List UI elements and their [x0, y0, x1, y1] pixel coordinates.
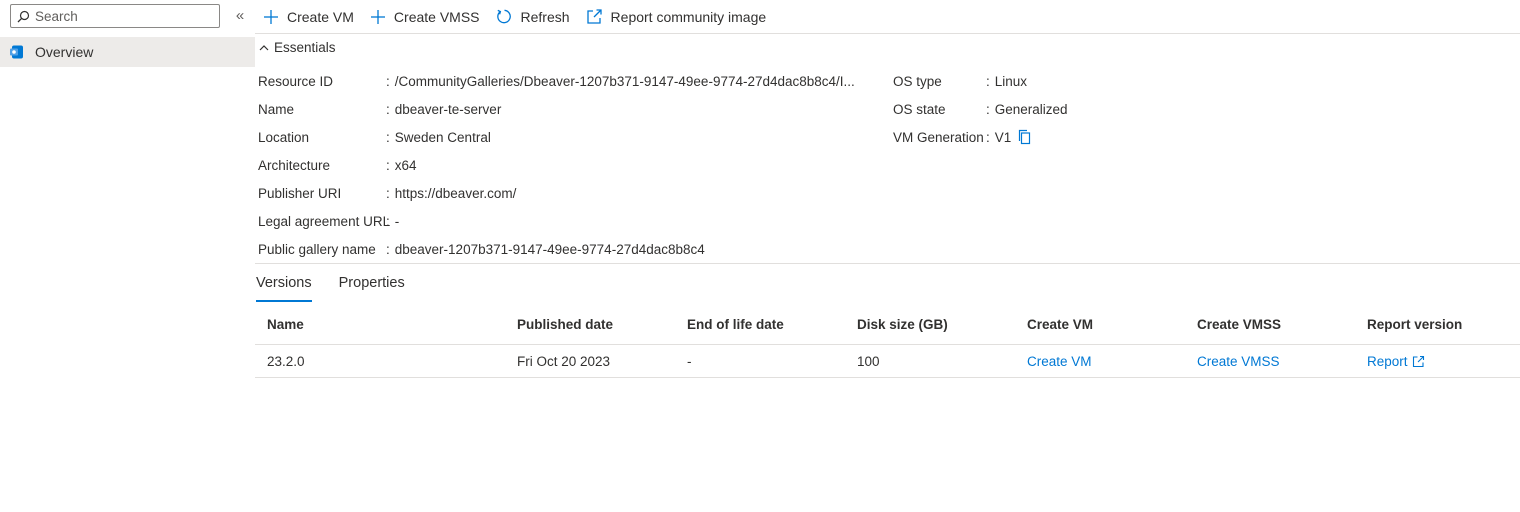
property-architecture: Architecture: x64 [258, 151, 855, 179]
report-community-image-button[interactable]: Report community image [586, 8, 767, 25]
cell-create-vm: Create VM [1015, 354, 1185, 369]
property-value: x64 [394, 157, 417, 173]
tab-list: Versions Properties [256, 268, 432, 302]
refresh-icon [496, 9, 511, 24]
copy-to-clipboard-button[interactable] [1017, 129, 1032, 145]
sidebar: « Overview [0, 0, 255, 512]
property-key: Legal agreement URL [258, 213, 391, 229]
property-key: VM Generation [893, 129, 984, 145]
sidebar-item-label: Overview [35, 44, 94, 60]
property-key: Location [258, 129, 310, 145]
property-value: Generalized [994, 101, 1068, 117]
cell-published-date: Fri Oct 20 2023 [517, 353, 611, 369]
create-vm-link[interactable]: Create VM [1027, 354, 1092, 369]
property-value: Linux [994, 73, 1028, 89]
property-resource-id: Resource ID:/CommunityGalleries/Dbeaver-… [258, 67, 855, 95]
property-legal-agreement-url: Legal agreement URL: - [258, 207, 855, 235]
plus-icon [264, 9, 278, 24]
cell-create-vmss: Create VMSS [1185, 354, 1355, 369]
property-value: V1 [994, 129, 1012, 145]
cell-version-name: 23.2.0 [267, 353, 305, 369]
property-separator: : [986, 101, 990, 117]
chevron-up-icon [259, 44, 269, 50]
property-name: Name: dbeaver-te-server [258, 95, 855, 123]
property-key: Publisher URI [258, 185, 342, 201]
property-separator: : [386, 157, 390, 173]
create-vm-label: Create VM [287, 8, 354, 25]
property-key: OS type [893, 73, 942, 89]
column-header-published-date: Published date [517, 316, 614, 332]
section-divider [255, 263, 1520, 264]
property-separator: : [386, 101, 390, 117]
create-vmss-label: Create VMSS [393, 8, 480, 25]
property-location: Location: Sweden Central [258, 123, 855, 151]
property-value: Sweden Central [394, 129, 491, 145]
column-header-end-of-life-date: End of life date [687, 316, 784, 332]
command-bar: Create VM Create VMSS Refresh Report com… [255, 0, 1520, 34]
column-header-create-vm: Create VM [1027, 316, 1094, 332]
external-link-icon [1412, 355, 1424, 367]
essentials-title: Essentials [274, 40, 336, 55]
sidebar-item-overview[interactable]: Overview [0, 37, 255, 67]
external-link-icon [586, 9, 602, 24]
report-link-label: Report [1367, 353, 1408, 369]
property-value: https://dbeaver.com/ [394, 185, 517, 201]
create-vmss-link[interactable]: Create VMSS [1197, 354, 1280, 369]
overview-icon [10, 45, 23, 59]
property-separator: : [386, 213, 390, 229]
plus-icon [370, 9, 385, 24]
property-publisher-uri: Publisher URI: https://dbeaver.com/ [258, 179, 855, 207]
property-separator: : [386, 185, 390, 201]
property-os-type: OS type: Linux [893, 67, 1068, 95]
create-vm-button[interactable]: Create VM [263, 9, 354, 25]
property-separator: : [386, 73, 390, 89]
essentials-right-column: OS type: Linux OS state: Generalized VM Ge… [893, 67, 1068, 151]
property-separator: : [986, 129, 990, 145]
search-box[interactable] [10, 4, 220, 28]
cell-report-version: Report [1355, 354, 1520, 369]
column-header-report-version: Report version [1367, 316, 1463, 332]
essentials-toggle[interactable]: Essentials [258, 40, 336, 55]
property-key: Name [258, 101, 295, 117]
property-separator: : [386, 129, 390, 145]
property-value: dbeaver-1207b371-9147-49ee-9774-27d4dac8… [394, 241, 705, 257]
property-key: Public gallery name [258, 241, 376, 257]
property-value: - [394, 213, 400, 229]
property-separator: : [986, 73, 990, 89]
property-key: OS state [893, 101, 946, 117]
property-os-state: OS state: Generalized [893, 95, 1068, 123]
create-vmss-button[interactable]: Create VMSS [370, 9, 480, 25]
column-header-disk-size: Disk size (GB) [857, 316, 948, 332]
property-public-gallery-name: Public gallery name: dbeaver-1207b371-914… [258, 235, 855, 263]
versions-table: Name Published date End of life date Dis… [255, 304, 1520, 378]
table-row: 23.2.0 Fri Oct 20 2023 - 100 Create VM C… [255, 345, 1520, 378]
report-version-link[interactable]: Report [1367, 354, 1425, 369]
essentials-left-column: Resource ID:/CommunityGalleries/Dbeaver-… [258, 67, 855, 263]
cell-disk-size: 100 [857, 353, 880, 369]
property-value: /CommunityGalleries/Dbeaver-1207b371-914… [394, 73, 855, 89]
column-header-name: Name [267, 316, 304, 332]
property-separator: : [386, 241, 390, 257]
tab-versions[interactable]: Versions [256, 268, 312, 302]
column-header-create-vmss: Create VMSS [1197, 316, 1282, 332]
cell-end-of-life-date: - [687, 353, 692, 369]
search-input[interactable] [35, 8, 215, 24]
copy-icon [1019, 129, 1031, 145]
property-value: dbeaver-te-server [394, 101, 502, 117]
table-header: Name Published date End of life date Dis… [255, 304, 1520, 345]
tab-properties[interactable]: Properties [339, 268, 405, 302]
collapse-sidebar-button[interactable]: « [232, 6, 248, 26]
refresh-label: Refresh [520, 8, 570, 25]
property-key: Architecture [258, 157, 331, 173]
property-key: Resource ID [258, 73, 334, 89]
property-vm-generation: VM Generation: V1 [893, 123, 1068, 151]
report-community-image-label: Report community image [610, 8, 767, 25]
refresh-button[interactable]: Refresh [496, 8, 570, 25]
search-icon [17, 10, 30, 22]
